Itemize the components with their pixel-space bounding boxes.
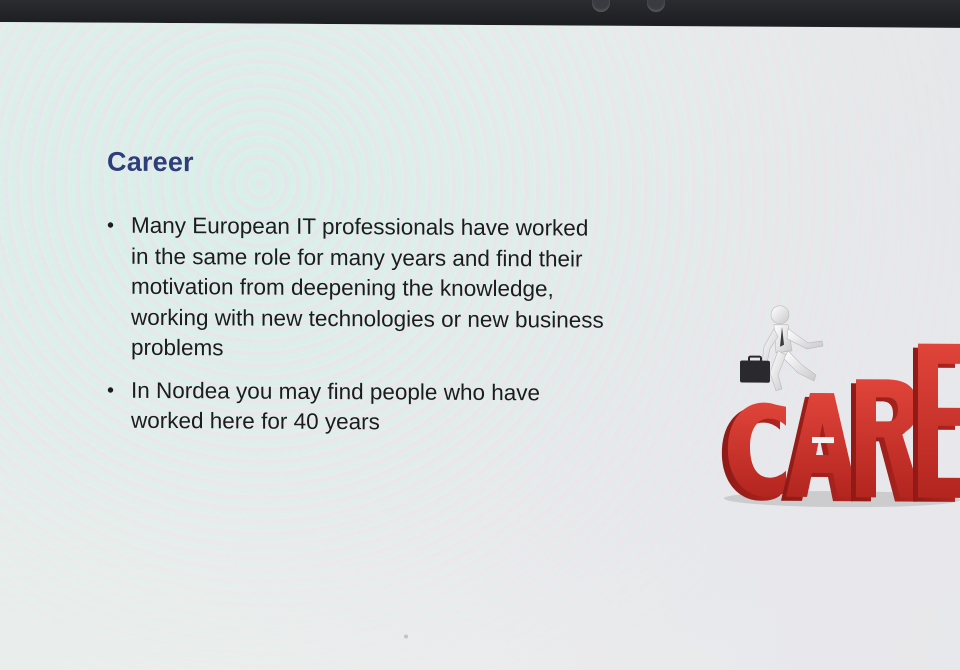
bullet-text-2: In Nordea you may find people who have w… <box>131 377 541 435</box>
businessman-climbing-icon <box>740 305 824 392</box>
slide-title: Career <box>107 146 194 178</box>
letter-a <box>781 392 858 502</box>
briefcase-icon <box>740 360 770 383</box>
photo-of-screen: Career • Many European IT professionals … <box>0 0 960 670</box>
career-illustration <box>721 305 960 508</box>
letter-e <box>913 343 960 502</box>
bullet-dot: • <box>107 214 115 237</box>
bullet-dot: • <box>107 379 115 402</box>
letter-c <box>721 402 786 501</box>
bullet-item-1: • Many European IT professionals have wo… <box>104 211 604 367</box>
bezel-sensor-left <box>592 0 610 12</box>
presentation-slide: Career • Many European IT professionals … <box>0 22 960 670</box>
bullet-text-1: Many European IT professionals have work… <box>131 212 604 361</box>
letter-r <box>851 379 922 502</box>
screen-speck <box>404 634 408 639</box>
bullet-item-2: • In Nordea you may find people who have… <box>104 375 604 439</box>
bezel-sensor-right <box>647 0 665 12</box>
monitor-bezel <box>0 0 960 24</box>
bullet-list: • Many European IT professionals have wo… <box>104 211 604 452</box>
